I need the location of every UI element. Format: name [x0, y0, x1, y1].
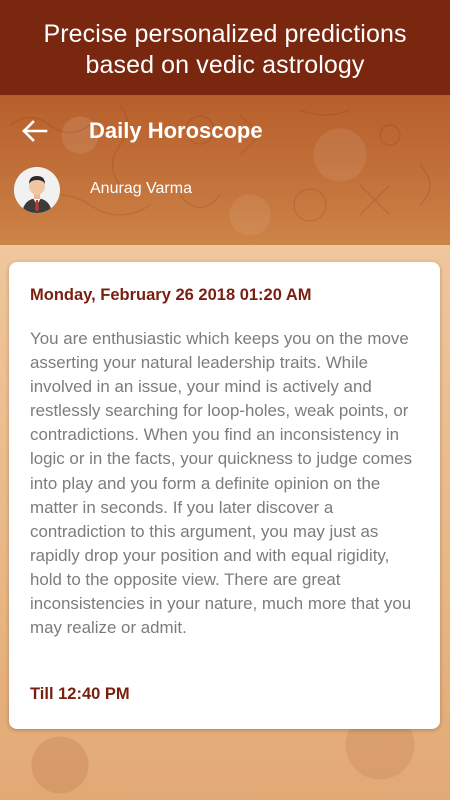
horoscope-card: Monday, February 26 2018 01:20 AM You ar…	[9, 262, 440, 729]
horoscope-text: You are enthusiastic which keeps you on …	[30, 329, 413, 638]
page-title: Daily Horoscope	[89, 118, 263, 143]
arrow-left-icon	[22, 120, 48, 142]
promo-banner: Precise personalized predictions based o…	[0, 0, 450, 95]
user-name: Anurag Varma	[90, 180, 192, 197]
horoscope-datetime: Monday, February 26 2018 01:20 AM	[30, 286, 312, 304]
promo-line-2: based on vedic astrology	[85, 50, 365, 79]
avatar[interactable]	[14, 167, 60, 213]
back-button[interactable]	[18, 115, 50, 147]
horoscope-till-time: Till 12:40 PM	[30, 685, 130, 703]
app-header: Daily Horoscope Anurag Varma	[0, 95, 450, 245]
promo-line-1: Precise personalized predictions	[43, 19, 407, 48]
user-avatar-icon	[14, 167, 60, 213]
